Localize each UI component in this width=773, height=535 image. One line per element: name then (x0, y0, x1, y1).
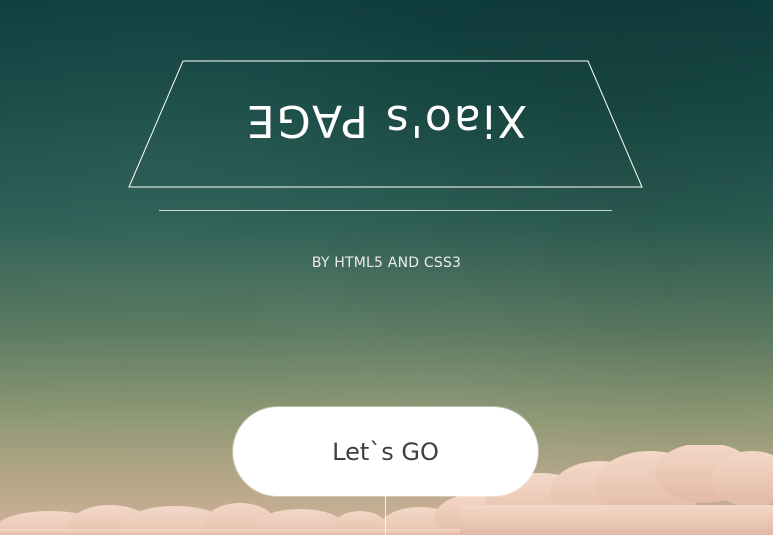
button-stem-line (385, 496, 386, 535)
lets-go-button-label: Let`s GO (332, 437, 439, 466)
lets-go-button[interactable]: Let`s GO (233, 407, 538, 496)
page-title: Xiao's PAGE (244, 95, 528, 146)
title-divider (159, 210, 612, 211)
subtitle: BY HTML5 AND CSS3 (311, 255, 462, 271)
page-body: { "hero": { "title": "Xiao's PAGE", "sub… (0, 0, 773, 535)
